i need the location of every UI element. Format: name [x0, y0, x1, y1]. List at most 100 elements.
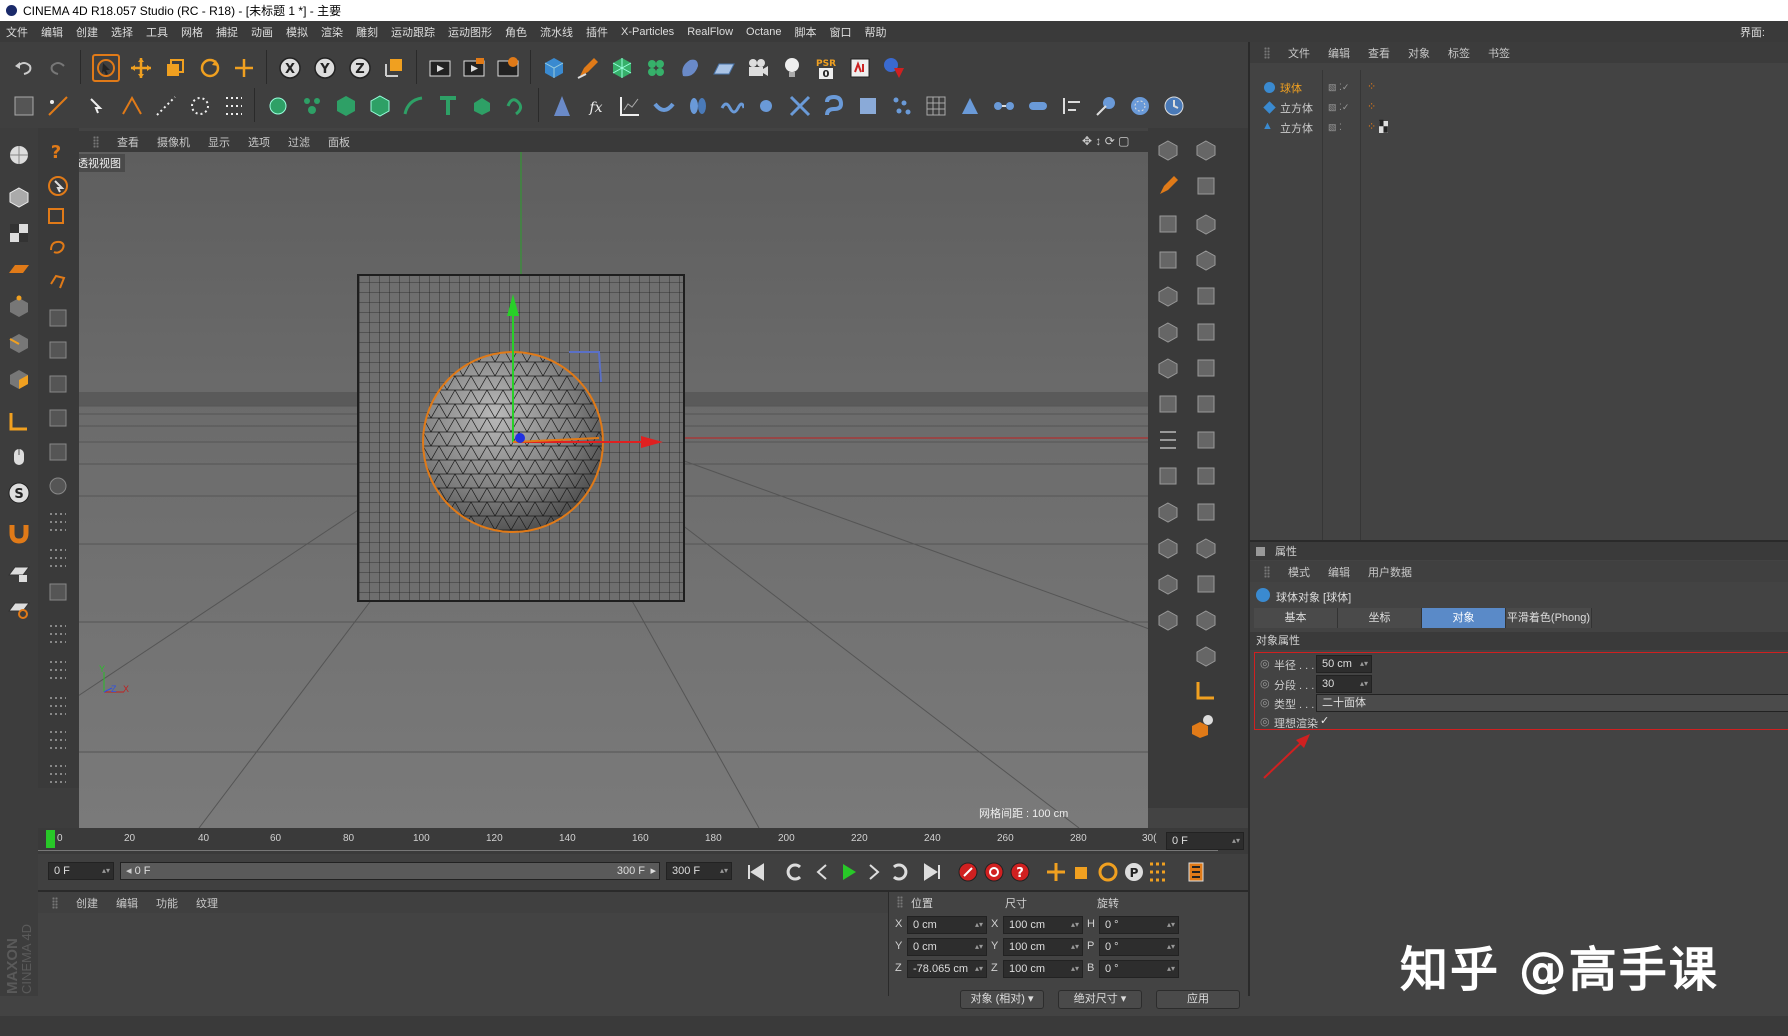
om-menu-view[interactable]: 查看	[1368, 45, 1390, 61]
tool-icon[interactable]	[1192, 534, 1220, 562]
visibility-dots[interactable]: ▧ ⁚✓	[1328, 102, 1349, 113]
menu-item[interactable]: 编辑	[41, 24, 63, 40]
mat-menu-edit[interactable]: 编辑	[116, 895, 138, 911]
poly-select-icon[interactable]	[44, 270, 72, 298]
render-settings-icon[interactable]	[494, 54, 522, 82]
current-frame-field[interactable]: 0 F ▴▾	[1166, 832, 1244, 850]
radius-field[interactable]: 50 cm ▴▾	[1316, 655, 1372, 673]
pattern-tool-icon[interactable]	[44, 620, 72, 648]
menu-item[interactable]: 文件	[6, 24, 28, 40]
array-icon[interactable]	[220, 92, 248, 120]
prev-keyframe-icon[interactable]	[780, 858, 808, 886]
time-icon[interactable]	[1160, 92, 1188, 120]
tool-icon[interactable]	[1192, 642, 1220, 670]
pen-icon[interactable]	[574, 54, 602, 82]
move-icon[interactable]	[127, 54, 155, 82]
play-icon[interactable]	[834, 858, 862, 886]
redo-icon[interactable]	[44, 54, 72, 82]
position-y-field[interactable]: 0 cm ▴▾	[907, 938, 987, 956]
align-icon[interactable]	[1058, 92, 1086, 120]
mograph-fracture-icon[interactable]	[298, 92, 326, 120]
om-menu-objects[interactable]: 对象	[1408, 45, 1430, 61]
texture-tool-icon[interactable]	[44, 304, 72, 332]
axis-mode-icon[interactable]	[2, 404, 36, 438]
visibility-dots[interactable]: ▧ ⁚	[1328, 122, 1342, 133]
workplane-icon[interactable]	[2, 252, 36, 286]
workplane-lock-icon[interactable]	[2, 556, 36, 590]
size-x-field[interactable]: 100 cm ▴▾	[1003, 916, 1083, 934]
layout-label[interactable]: 界面:	[1740, 24, 1765, 40]
wave-deformer-icon[interactable]	[718, 92, 746, 120]
tool-icon[interactable]	[1154, 390, 1182, 418]
attr-menu-userdata[interactable]: 用户数据	[1368, 564, 1412, 580]
explode-deformer-icon[interactable]	[752, 92, 780, 120]
phong-tag-icon[interactable]: ⁘ ▚	[1367, 120, 1388, 133]
segments-field[interactable]: 30 ▴▾	[1316, 675, 1372, 693]
transform-icon[interactable]	[230, 54, 258, 82]
om-menu-edit[interactable]: 编辑	[1328, 45, 1350, 61]
tool-icon[interactable]	[1192, 498, 1220, 526]
menu-item[interactable]: 网格	[181, 24, 203, 40]
tab-phong[interactable]: 平滑着色(Phong)	[1506, 608, 1592, 628]
object-name[interactable]: 立方体	[1280, 100, 1313, 116]
rotation-h-field[interactable]: 0 ° ▴▾	[1099, 916, 1179, 934]
menu-item[interactable]: 流水线	[540, 24, 573, 40]
record-icon[interactable]	[954, 858, 982, 886]
knife-icon[interactable]	[44, 92, 72, 120]
tool-icon[interactable]	[1154, 282, 1182, 310]
object-row[interactable]: 立方体 ▧ ⁚✓ ⁘	[1250, 98, 1788, 118]
key-scale-icon[interactable]	[1068, 858, 1096, 886]
tool-icon[interactable]	[1192, 282, 1220, 310]
magnet-icon[interactable]	[2, 516, 36, 550]
grab-tool-icon[interactable]	[44, 656, 72, 684]
polygon-mode-icon[interactable]	[2, 362, 36, 396]
effector-icon[interactable]	[548, 92, 576, 120]
key-help-icon[interactable]: ?	[1006, 858, 1034, 886]
menu-item[interactable]: 窗口	[830, 24, 852, 40]
menu-item[interactable]: 运动跟踪	[391, 24, 435, 40]
bridge-icon[interactable]	[118, 92, 146, 120]
tab-object[interactable]: 对象	[1422, 608, 1506, 628]
center-tool-icon[interactable]	[44, 438, 72, 466]
mograph-spline-icon[interactable]	[502, 92, 530, 120]
layer-tool-icon[interactable]	[44, 726, 72, 754]
loop-icon[interactable]	[186, 92, 214, 120]
select-points-icon[interactable]	[84, 92, 112, 120]
graph-effector-icon[interactable]	[616, 92, 644, 120]
menu-item[interactable]: 插件	[586, 24, 608, 40]
tool-icon[interactable]	[1192, 462, 1220, 490]
object-name[interactable]: 球体	[1280, 80, 1302, 96]
mat-menu-create[interactable]: 创建	[76, 895, 98, 911]
viewport-menu-view[interactable]: 查看	[117, 134, 139, 150]
lasso-select-icon[interactable]	[44, 236, 72, 264]
tool-icon[interactable]	[1192, 318, 1220, 346]
emitter-icon[interactable]	[956, 92, 984, 120]
size-z-field[interactable]: 100 cm ▴▾	[1003, 960, 1083, 978]
object-name[interactable]: 立方体	[1280, 120, 1313, 136]
twist-deformer-icon[interactable]	[684, 92, 712, 120]
tool-icon[interactable]	[1192, 426, 1220, 454]
point-grid-icon[interactable]	[152, 92, 180, 120]
rotation-b-field[interactable]: 0 ° ▴▾	[1099, 960, 1179, 978]
om-menu-bookmarks[interactable]: 书签	[1488, 45, 1510, 61]
array-tool-icon[interactable]	[44, 370, 72, 398]
perspective-viewport[interactable]: 透视视图 Y X Z 网格间距 : 100 cm	[79, 152, 1148, 828]
texture-mode-icon[interactable]	[2, 216, 36, 250]
cube-primitive-icon[interactable]	[1154, 136, 1182, 164]
cloner-icon[interactable]	[642, 54, 670, 82]
tool-icon[interactable]	[1192, 354, 1220, 382]
menu-item[interactable]: 捕捉	[216, 24, 238, 40]
menu-item[interactable]: 工具	[146, 24, 168, 40]
sphere-field-icon[interactable]	[1126, 92, 1154, 120]
light-icon[interactable]	[778, 54, 806, 82]
deformer-icon[interactable]	[676, 54, 704, 82]
z-axis-lock-button[interactable]: Z	[346, 54, 374, 82]
key-position-icon[interactable]	[1042, 858, 1070, 886]
playhead[interactable]	[46, 830, 55, 848]
menu-item[interactable]: 运动图形	[448, 24, 492, 40]
help-icon[interactable]: ?	[44, 138, 72, 166]
floor-icon[interactable]	[710, 54, 738, 82]
mat-menu-texture[interactable]: 纹理	[196, 895, 218, 911]
tool-icon[interactable]	[1154, 210, 1182, 238]
start-frame-field[interactable]: 0 F ▴▾	[48, 862, 114, 880]
